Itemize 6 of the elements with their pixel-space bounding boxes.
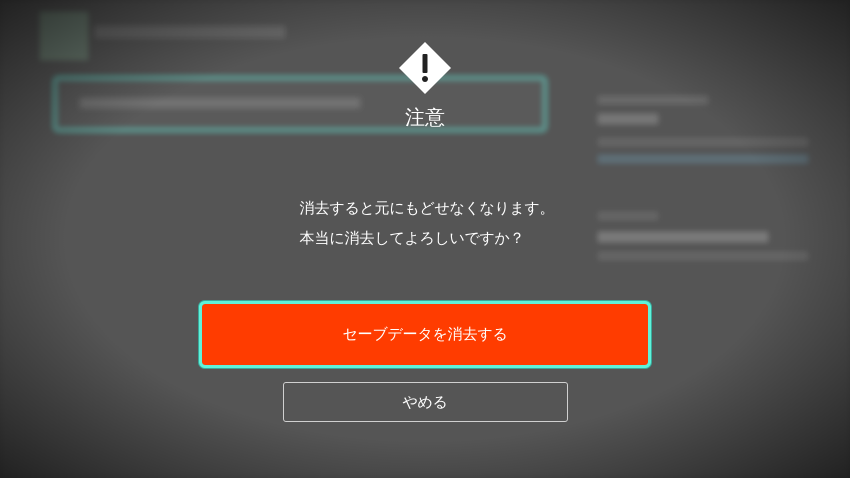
- message-text: 本当に消去してよろしいですか？: [300, 228, 524, 249]
- message-text: 消去すると元にもどせなくなります。: [300, 198, 554, 219]
- cancel-button[interactable]: やめる: [282, 382, 568, 422]
- delete-button[interactable]: セーブデータを消去する: [202, 304, 648, 365]
- dialog-title: 注意: [405, 104, 445, 130]
- warning-icon: [399, 42, 451, 94]
